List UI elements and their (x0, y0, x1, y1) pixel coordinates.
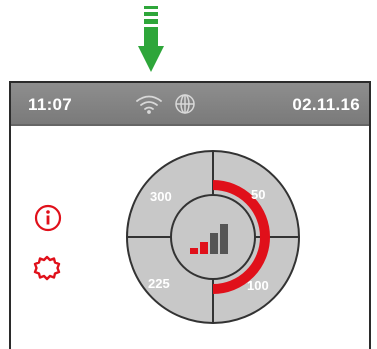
dial-segment-top-right[interactable]: 50 (251, 187, 265, 202)
globe-icon (175, 94, 195, 114)
dial-segment-bottom-left[interactable]: 225 (148, 276, 170, 291)
gear-icon[interactable] (31, 253, 63, 285)
wifi-icon (136, 95, 162, 114)
info-icon[interactable] (33, 203, 63, 233)
dial-segment-top-left[interactable]: 300 (150, 189, 172, 204)
dial-segment-bottom-right[interactable]: 100 (247, 278, 269, 293)
clock-time: 11:07 (28, 95, 73, 114)
down-arrow-icon (138, 6, 164, 72)
status-bar: 11:07 02.11.16 (11, 83, 369, 126)
clock-date: 02.11.16 (292, 95, 360, 114)
device-screen: 11:07 02.11.16 300 50 225 100 (9, 81, 371, 349)
range-dial[interactable]: 300 50 225 100 (124, 148, 302, 326)
status-icons (136, 94, 195, 114)
